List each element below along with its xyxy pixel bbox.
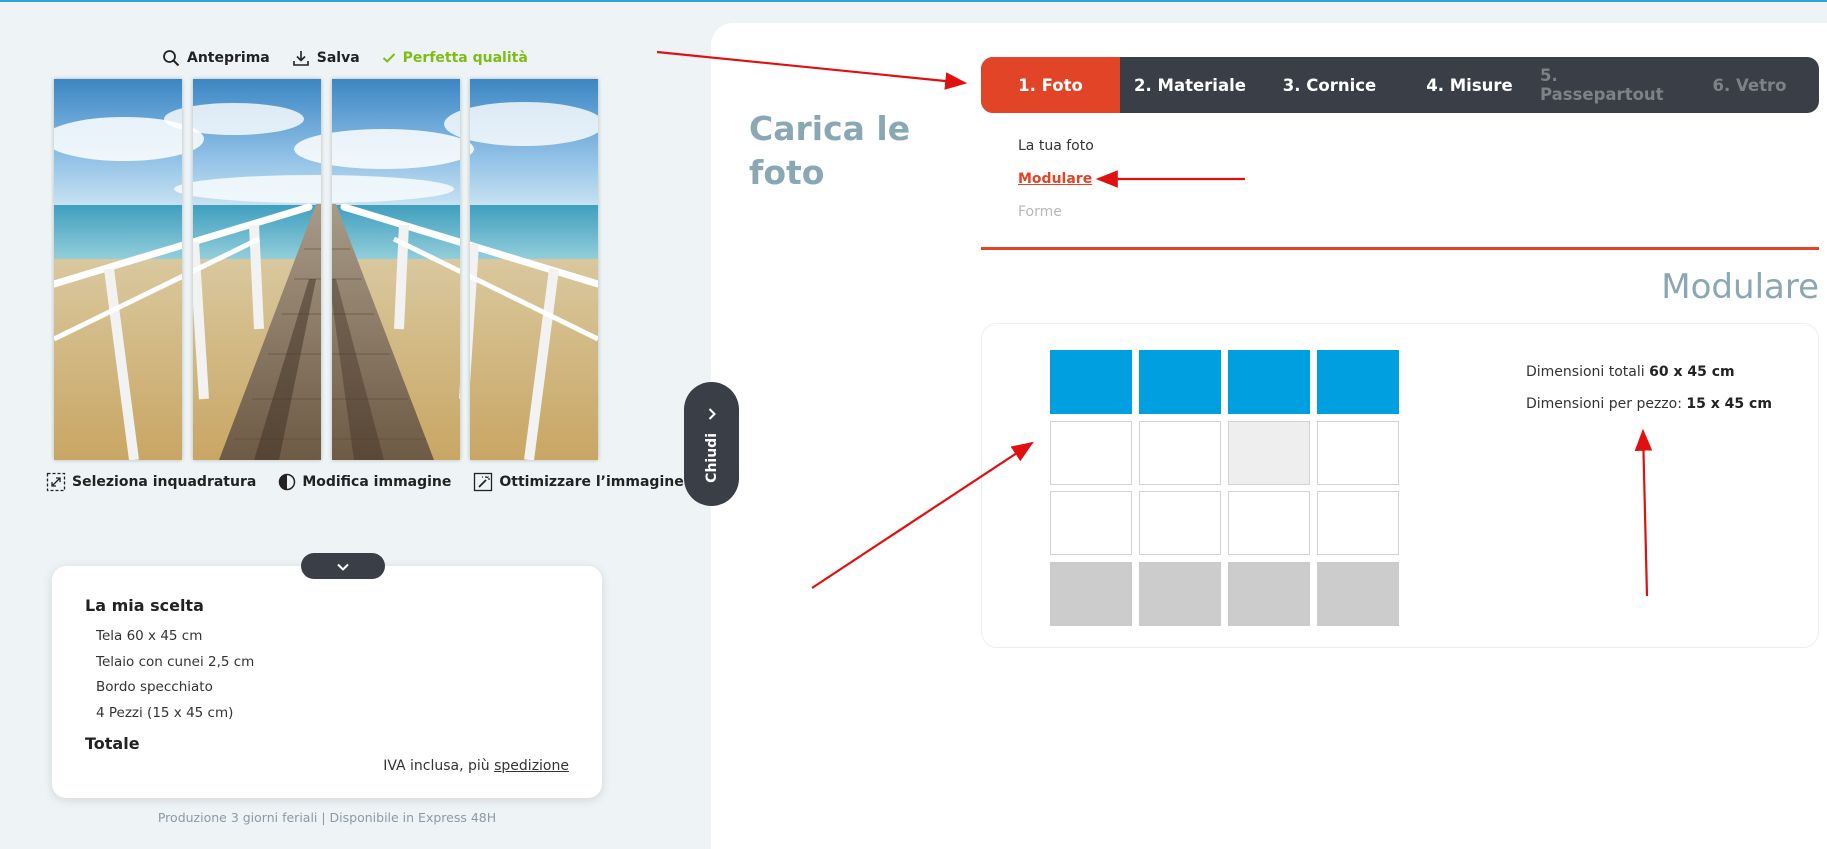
vat-note: IVA inclusa, più spedizione (383, 758, 569, 774)
preview-panel: Anteprima Salva Perfetta qualità Selezio… (0, 0, 710, 849)
summary-title: La mia scelta (85, 596, 204, 615)
step-materiale[interactable]: 2. Materiale (1120, 57, 1260, 113)
subnav-modular[interactable]: Modulare (1018, 168, 1094, 201)
pier-photo (54, 79, 182, 460)
module-layout-card: Dimensioni totali 60 x 45 cm Dimensioni … (981, 323, 1819, 648)
quality-indicator: Perfetta qualità (382, 50, 528, 66)
subnav-your-photo[interactable]: La tua foto (1018, 135, 1094, 168)
photo-panel-1 (54, 79, 182, 460)
close-tab-label: Chiudi (703, 432, 720, 483)
edit-image-button[interactable]: Modifica immagine (278, 473, 451, 491)
piece-dim-label: Dimensioni per pezzo: (1526, 396, 1682, 412)
summary-collapse-button[interactable] (301, 553, 385, 579)
module-cell-selected[interactable] (1317, 350, 1399, 414)
pier-photo (332, 79, 460, 460)
save-label: Salva (316, 50, 360, 66)
quality-label: Perfetta qualità (402, 50, 528, 66)
piece-dim-value: 15 x 45 cm (1686, 396, 1772, 412)
module-cell-disabled (1228, 561, 1310, 626)
module-cell-highlight[interactable] (1228, 420, 1310, 485)
step-foto[interactable]: 1. Foto (981, 57, 1120, 113)
module-cell-empty[interactable] (1050, 420, 1132, 485)
image-actions: Seleziona inquadratura Modifica immagine… (46, 471, 684, 493)
module-cell-empty[interactable] (1317, 420, 1399, 485)
contrast-icon (278, 473, 296, 491)
step-cornice[interactable]: 3. Cornice (1260, 57, 1399, 113)
chevron-right-icon (707, 406, 717, 425)
pier-photo (470, 79, 598, 460)
checkmark-icon (382, 52, 396, 64)
search-icon (162, 49, 180, 67)
module-cell-disabled (1139, 561, 1221, 626)
split-photo-preview (54, 79, 598, 460)
photo-subnav: La tua foto Modulare Forme (1018, 135, 1094, 234)
chevron-down-icon (336, 557, 350, 576)
shipping-link[interactable]: spedizione (494, 758, 569, 774)
close-panel-tab[interactable]: Chiudi (684, 382, 739, 506)
summary-item: Tela 60 x 45 cm (96, 628, 203, 644)
production-note: Produzione 3 giorni feriali | Disponibil… (157, 810, 497, 825)
save-button[interactable]: Salva (292, 49, 360, 67)
preview-label: Anteprima (187, 50, 270, 66)
photo-panel-2 (193, 79, 321, 460)
section-title: Modulare (1661, 267, 1819, 307)
module-cell-selected[interactable] (1228, 350, 1310, 414)
total-dim-value: 60 x 45 cm (1649, 364, 1735, 380)
module-cell-selected[interactable] (1050, 350, 1132, 414)
dimensions-info: Dimensioni totali 60 x 45 cm Dimensioni … (1526, 362, 1772, 426)
module-cell-empty[interactable] (1228, 491, 1310, 555)
download-icon (292, 49, 310, 67)
summary-list: Tela 60 x 45 cm Telaio con cunei 2,5 cm … (96, 626, 254, 728)
vat-text: IVA inclusa, più (383, 758, 490, 774)
section-divider (981, 247, 1819, 250)
configurator-panel: Carica le foto 1. Foto 2. Materiale 3. C… (711, 23, 1827, 849)
step-passepartout: 5. Passepartout (1540, 66, 1664, 104)
photo-panel-4 (470, 79, 598, 460)
crop-icon (46, 472, 66, 492)
total-dim-label: Dimensioni totali (1526, 364, 1645, 380)
module-cell-empty[interactable] (1317, 491, 1399, 555)
summary-item: 4 Pezzi (15 x 45 cm) (96, 704, 234, 721)
order-summary-card: La mia scelta Tela 60 x 45 cm Telaio con… (52, 566, 602, 798)
module-cell-disabled (1317, 561, 1399, 626)
preview-toolbar: Anteprima Salva Perfetta qualità (162, 47, 528, 69)
module-cell-empty[interactable] (1139, 420, 1221, 485)
summary-item: Bordo specchiato (96, 679, 213, 695)
step-misure[interactable]: 4. Misure (1399, 57, 1540, 113)
optimize-image-label: Ottimizzare l’immagine (499, 474, 684, 490)
subnav-shapes[interactable]: Forme (1018, 201, 1094, 234)
module-cell-empty[interactable] (1050, 491, 1132, 555)
magic-wand-icon (473, 472, 493, 492)
pier-photo (193, 79, 321, 460)
optimize-image-button[interactable]: Ottimizzare l’immagine (473, 472, 684, 492)
step-navigation: 1. Foto 2. Materiale 3. Cornice 4. Misur… (981, 57, 1819, 113)
module-cell-empty[interactable] (1139, 491, 1221, 555)
total-label: Totale (85, 734, 140, 753)
crop-label: Seleziona inquadratura (72, 474, 257, 490)
page-title: Carica le foto (749, 109, 911, 192)
module-cell-selected[interactable] (1139, 350, 1221, 414)
step-vetro: 6. Vetro (1712, 75, 1787, 95)
module-cell-disabled (1050, 561, 1132, 626)
preview-button[interactable]: Anteprima (162, 49, 270, 67)
edit-image-label: Modifica immagine (302, 474, 452, 490)
summary-item: Telaio con cunei 2,5 cm (96, 653, 255, 670)
photo-panel-3 (332, 79, 460, 460)
crop-button[interactable]: Seleziona inquadratura (46, 472, 256, 492)
